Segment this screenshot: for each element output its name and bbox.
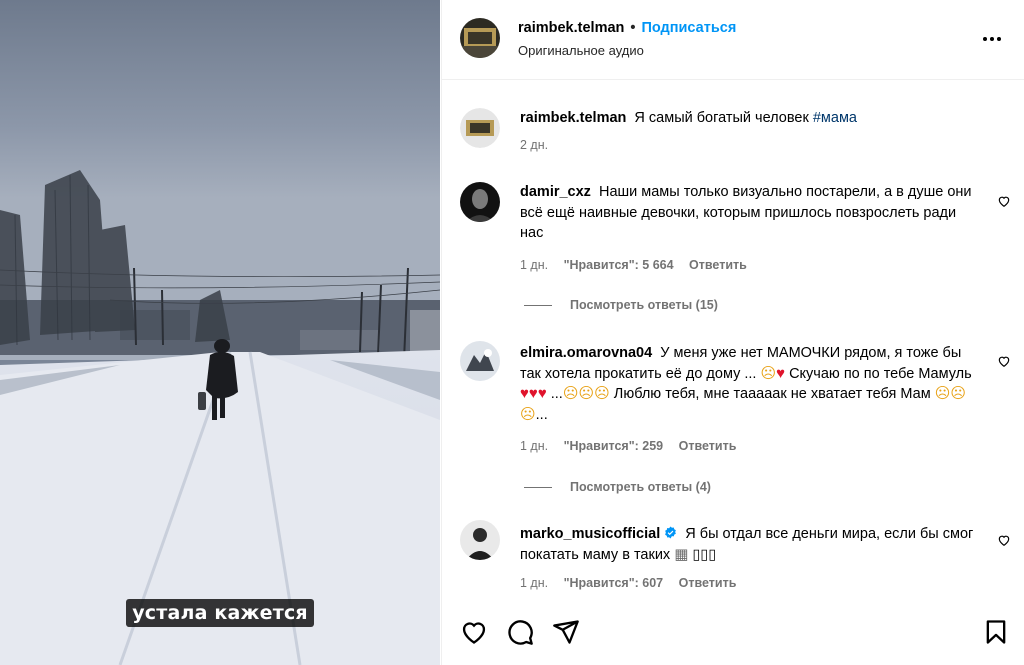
caption-hashtag[interactable]: #мама [813,110,857,126]
comment-time: 1 дн. [520,439,549,453]
heart-icon[interactable] [997,533,1011,547]
separator-dot: • [630,20,636,36]
comment-body-2: Скучаю по по тебе Мамуль [789,365,972,382]
bookmark-icon[interactable] [982,618,1010,646]
replies-divider [524,305,552,307]
heart-icon[interactable] [997,194,1011,208]
author-avatar[interactable] [460,18,500,58]
commenter-username[interactable]: elmira.omarovna04 [520,345,652,361]
caption-text: raimbek.telman Я самый богатый человек #… [520,108,980,129]
comment-text: marko_musicofficial Я бы отдал все деньг… [520,524,980,565]
sad-face-emoji: ☹ [760,364,777,382]
sad-face-emoji: ☹ [578,385,595,402]
red-heart-emoji: ♥ [520,385,529,402]
red-heart-emoji: ♥ [537,385,547,402]
comment-body-3: Люблю тебя, мне тааааак не хватает тебя … [613,386,931,402]
reply-button[interactable]: Ответить [689,258,747,272]
sad-face-emoji: ☹ [594,385,610,402]
comment-likes[interactable]: "Нравится": 607 [564,576,664,590]
author-row: raimbek.telman • Подписаться [518,20,736,36]
comment-tail: ▯▯▯ [692,546,717,563]
red-heart-emoji: ♥ [776,364,786,382]
comment-meta: 1 дн. "Нравится": 607 Ответить [520,576,748,590]
caption-time: 2 дн. [520,138,549,152]
commenter-username[interactable]: marko_musicofficial [520,526,660,542]
share-icon[interactable] [552,618,580,646]
video-subtitle: устала кажется [0,599,440,627]
sad-face-emoji: ☹ [950,385,966,402]
video-frame [0,0,440,665]
view-replies-button[interactable]: Посмотреть ответы (4) [524,480,711,494]
view-replies-button[interactable]: Посмотреть ответы (15) [524,298,718,312]
red-heart-emoji: ♥ [528,385,538,402]
replies-divider [524,487,552,489]
post-details-panel: raimbek.telman • Подписаться Оригинальное … [441,0,1024,665]
sad-face-emoji: ☹ [562,385,579,402]
comment-ellipsis: ... [535,406,548,423]
audio-label[interactable]: Оригинальное аудио [518,43,644,58]
caption-meta: 2 дн. [520,138,560,152]
sled-emoji: ▦ [674,545,689,563]
caption-username[interactable]: raimbek.telman [520,110,626,126]
author-username[interactable]: raimbek.telman [518,20,624,36]
reply-button[interactable]: Ответить [679,439,737,453]
sad-face-emoji: ☹ [934,385,951,402]
video-player[interactable]: устала кажется [0,0,440,665]
commenter-avatar[interactable] [460,341,500,381]
comment-time: 1 дн. [520,576,549,590]
view-replies-label: Посмотреть ответы (15) [570,298,718,312]
reply-button[interactable]: Ответить [679,576,737,590]
subtitle-text: устала кажется [126,599,314,627]
more-icon[interactable] [981,28,1003,50]
comment-text: elmira.omarovna04 У меня уже нет МАМОЧКИ… [520,343,980,425]
comment-meta: 1 дн. "Нравится": 259 Ответить [520,439,748,453]
comment-ellipsis: ... [550,386,563,402]
commenter-avatar[interactable] [460,182,500,222]
post-header: raimbek.telman • Подписаться Оригинальное … [442,0,1024,80]
view-replies-label: Посмотреть ответы (4) [570,480,711,494]
comment-time: 1 дн. [520,258,549,272]
comment-likes[interactable]: "Нравится": 259 [564,439,664,453]
comment-icon[interactable] [506,618,534,646]
sad-face-emoji: ☹ [520,405,536,423]
caption-avatar[interactable] [460,108,500,148]
comment-meta: 1 дн. "Нравится": 5 664 Ответить [520,258,759,272]
heart-icon[interactable] [997,354,1011,368]
heart-icon[interactable] [460,618,488,646]
commenter-username[interactable]: damir_cxz [520,184,591,200]
follow-button[interactable]: Подписаться [641,20,736,36]
commenter-avatar[interactable] [460,520,500,560]
verified-badge-icon [665,526,677,539]
comment-likes[interactable]: "Нравится": 5 664 [564,258,674,272]
caption-body: Я самый богатый человек [634,110,809,126]
action-bar [442,612,1024,652]
comment-text: damir_cxz Наши мамы только визуально пос… [520,182,980,244]
